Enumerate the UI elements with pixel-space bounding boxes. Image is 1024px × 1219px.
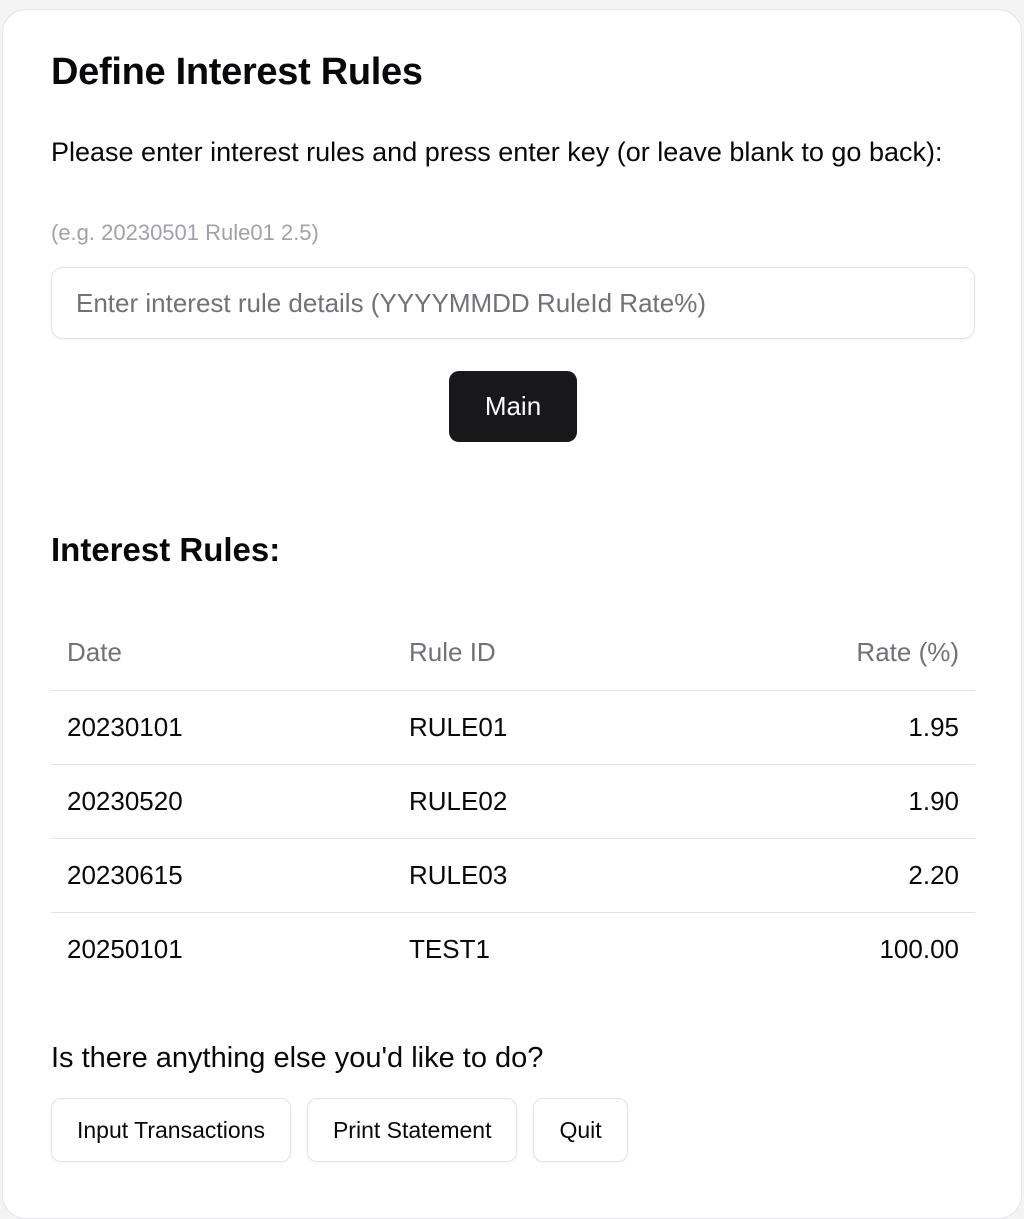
table-row: 20230101 RULE01 1.95 bbox=[51, 690, 975, 765]
cell-date: 20230520 bbox=[51, 764, 393, 839]
input-transactions-button[interactable]: Input Transactions bbox=[51, 1098, 291, 1162]
page-title: Define Interest Rules bbox=[51, 51, 423, 93]
cell-rule-id: RULE02 bbox=[393, 764, 775, 839]
interest-rules-card: Define Interest Rules Please enter inter… bbox=[2, 9, 1022, 1219]
cell-date: 20230615 bbox=[51, 838, 393, 913]
column-header-rule-id: Rule ID bbox=[393, 614, 775, 691]
cell-rate: 1.90 bbox=[775, 764, 975, 839]
cell-rate: 100.00 bbox=[879, 934, 959, 964]
table-row: 20230520 RULE02 1.90 bbox=[51, 764, 975, 839]
example-hint: (e.g. 20230501 Rule01 2.5) bbox=[51, 220, 319, 245]
cell-rate: 2.20 bbox=[775, 838, 975, 913]
cell-date: 20250101 bbox=[67, 934, 183, 964]
rules-section-title: Interest Rules: bbox=[51, 531, 281, 568]
cell-rule-id: RULE01 bbox=[393, 690, 775, 765]
next-action-buttons: Input Transactions Print Statement Quit bbox=[51, 1098, 628, 1162]
print-statement-button[interactable]: Print Statement bbox=[306, 1098, 518, 1162]
instructions-text: Please enter interest rules and press en… bbox=[51, 137, 943, 167]
table-header-row: Date Rule ID Rate (%) bbox=[51, 614, 975, 691]
main-button[interactable]: Main bbox=[449, 371, 577, 442]
interest-rules-table: Date Rule ID Rate (%) 20230101 RULE01 1.… bbox=[51, 614, 975, 986]
column-header-date: Date bbox=[51, 614, 393, 691]
cell-rule-id: TEST1 bbox=[409, 934, 490, 964]
cell-date: 20230101 bbox=[51, 690, 393, 765]
cell-rule-id: RULE03 bbox=[393, 838, 775, 913]
next-action-question: Is there anything else you'd like to do? bbox=[51, 1042, 544, 1074]
quit-button[interactable]: Quit bbox=[533, 1098, 628, 1162]
column-header-rate: Rate (%) bbox=[775, 614, 975, 691]
rule-details-input[interactable] bbox=[51, 267, 975, 339]
table-row: 20230615 RULE03 2.20 bbox=[51, 838, 975, 913]
cell-rate: 1.95 bbox=[775, 690, 975, 765]
table-row: 20250101 TEST1 100.00 bbox=[51, 913, 975, 987]
